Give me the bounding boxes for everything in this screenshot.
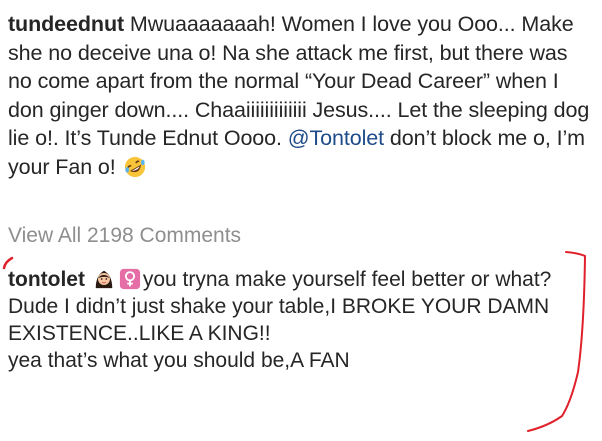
caption-username[interactable]: tundeednut — [8, 12, 124, 36]
comment-text-line1: you tryna make yourself feel better or w… — [142, 268, 552, 291]
rofl-emoji-icon — [124, 156, 145, 177]
female-sign-emoji-icon — [119, 268, 140, 290]
post-caption: tundeednut Mwuaaaaaaah! Women I love you… — [8, 10, 596, 181]
comment-item: tontolet you tryna make yourself feel be… — [8, 266, 583, 374]
comment-username[interactable]: tontolet — [8, 268, 85, 291]
mention-link[interactable]: @Tontolet — [288, 126, 384, 150]
comment-text-line2: Dude I didn’t just shake your table,I BR… — [8, 295, 550, 345]
comment-text-line3: yea that’s what you should be,A FAN — [8, 349, 350, 372]
woman-emoji-icon — [95, 270, 113, 289]
view-all-comments-link[interactable]: View All 2198 Comments — [8, 222, 241, 250]
